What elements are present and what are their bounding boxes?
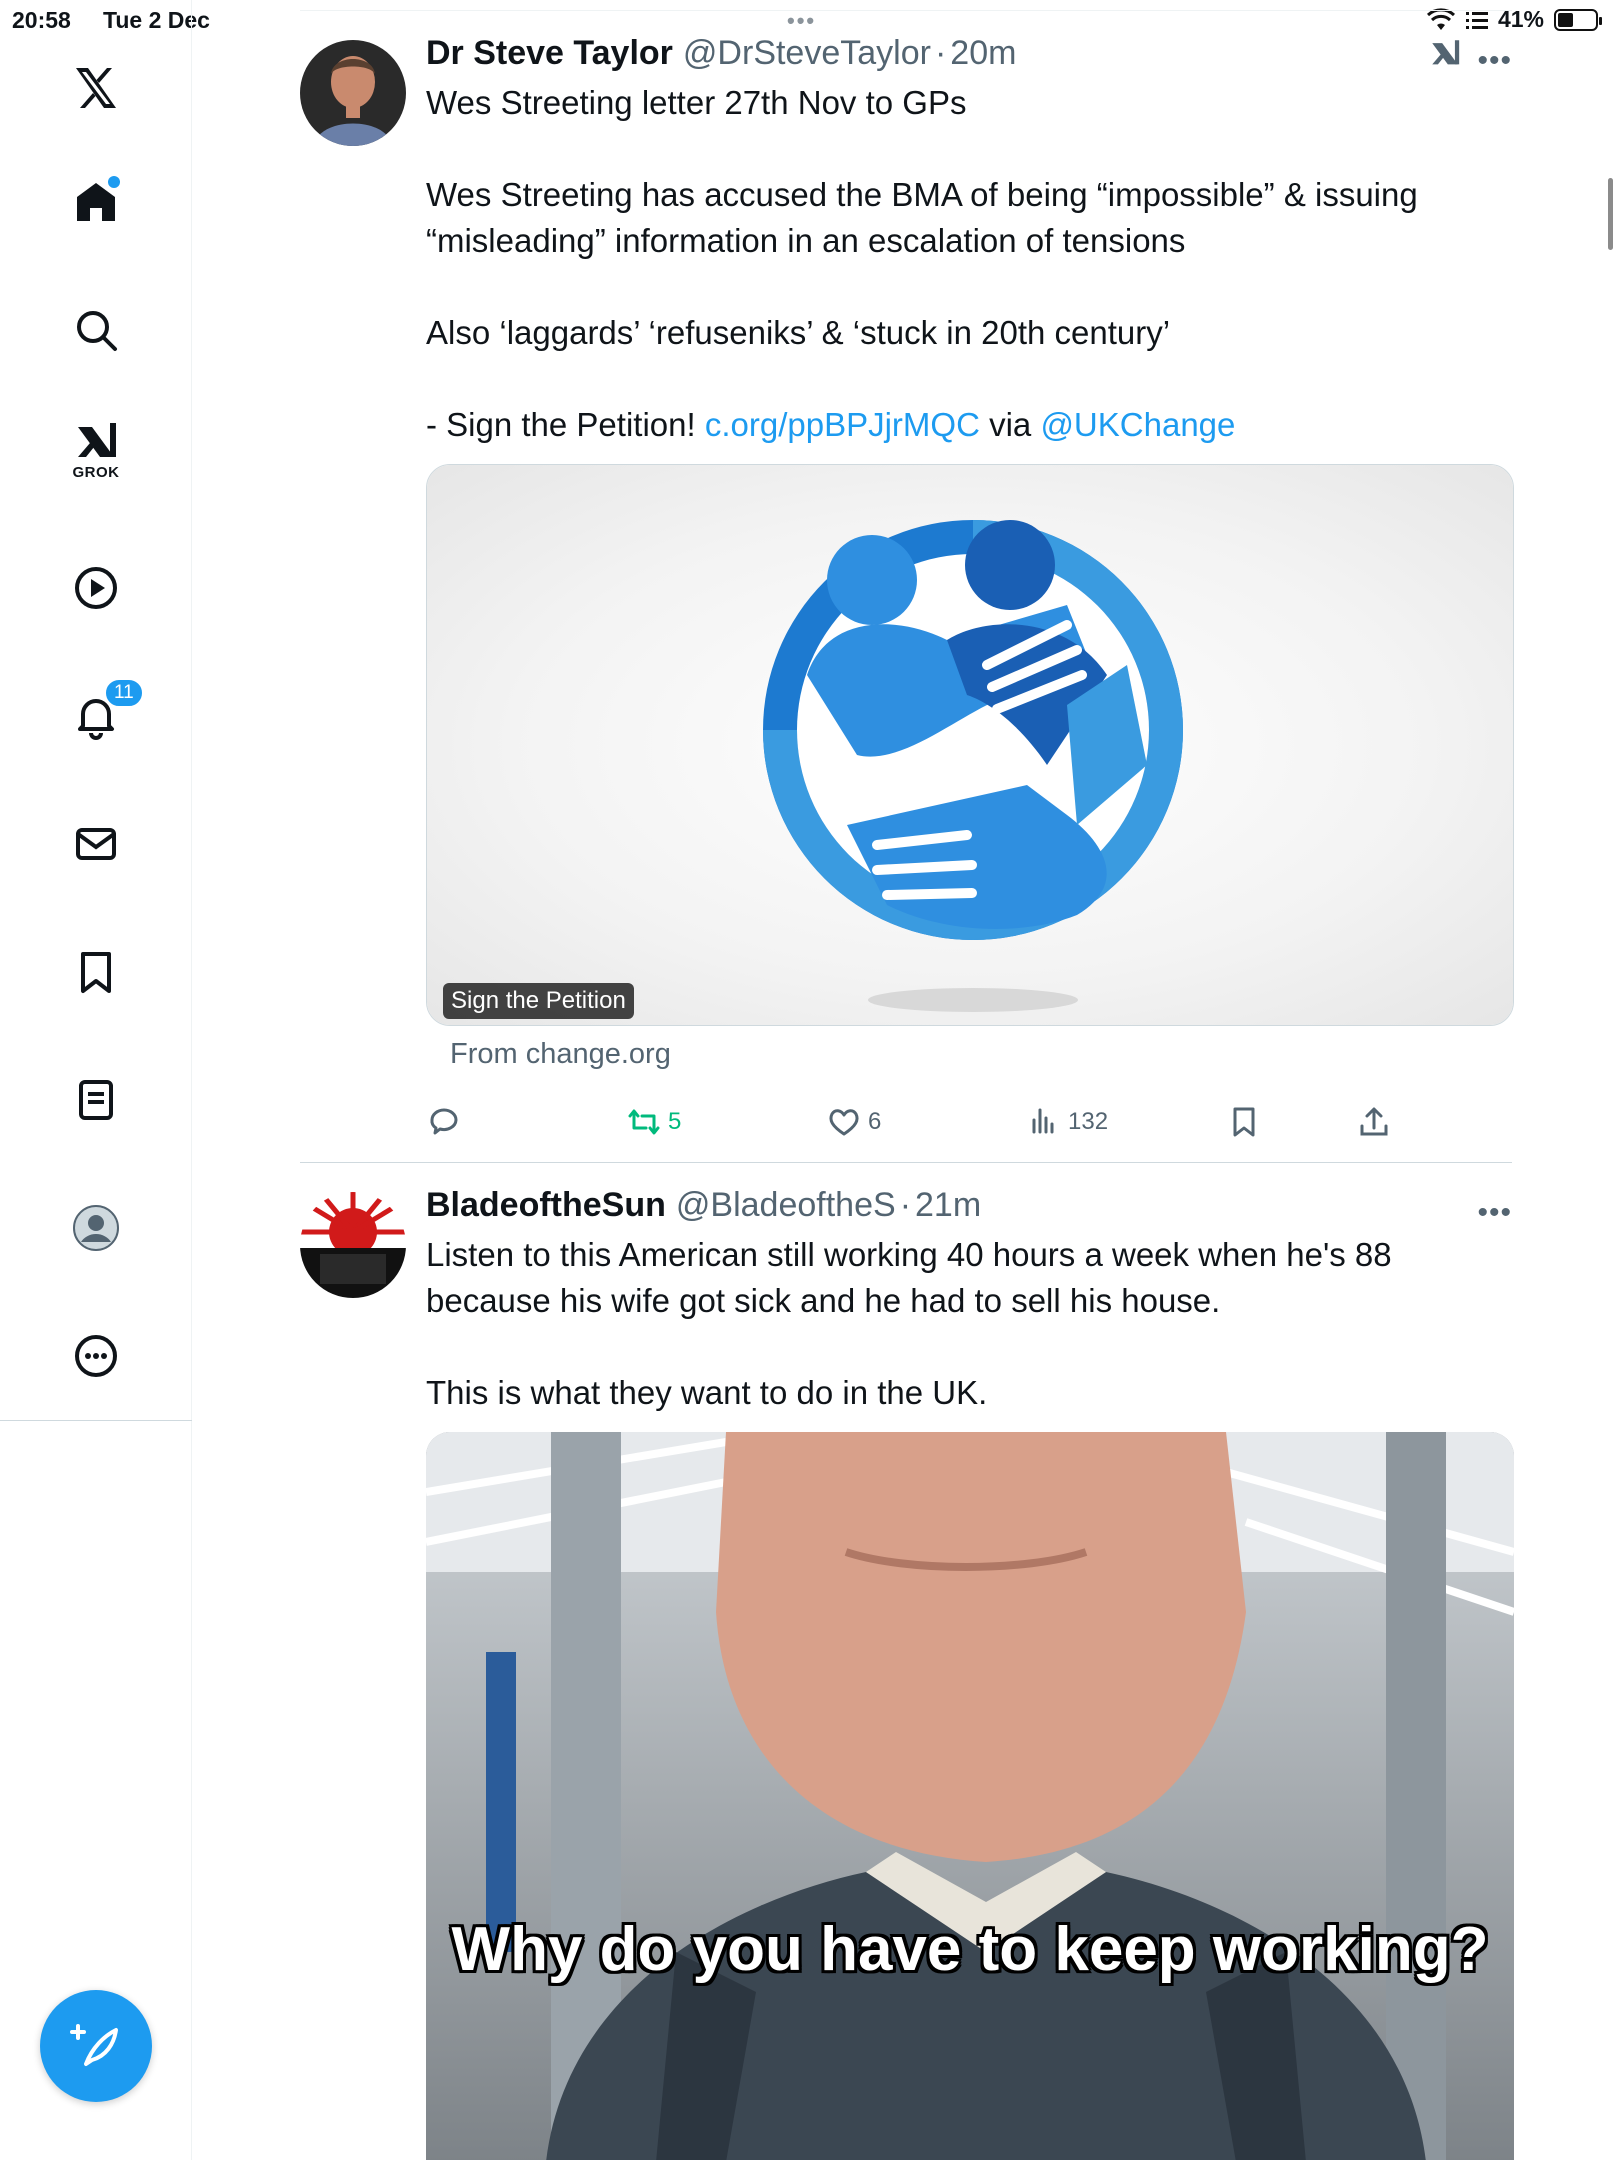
list-icon [79, 1080, 113, 1120]
nav-lists[interactable] [56, 1060, 136, 1140]
card-source[interactable]: From change.org [450, 1038, 671, 1071]
grok-label: GROK [72, 464, 120, 481]
wifi-icon [1426, 7, 1455, 30]
list-status-icon [1465, 11, 1488, 29]
link-card[interactable]: Sign the Petition [426, 464, 1514, 1026]
nav-grok[interactable]: GROK [56, 410, 136, 490]
retweet-count: 5 [668, 1108, 682, 1135]
heart-icon [829, 1109, 859, 1136]
petition-logo [763, 520, 1183, 1012]
avatar[interactable] [300, 40, 406, 146]
retweet-button[interactable]: 5 [626, 1104, 681, 1140]
grok-explain-button[interactable] [1428, 36, 1462, 75]
grok-icon [1432, 40, 1460, 65]
mention-link[interactable]: @UKChange [1040, 406, 1235, 443]
x-logo[interactable] [56, 48, 136, 128]
like-button[interactable]: 6 [826, 1104, 881, 1140]
nav-profile[interactable] [56, 1188, 136, 1268]
views-icon [1032, 1108, 1054, 1134]
bookmark-icon [81, 952, 111, 993]
search-icon [77, 311, 117, 351]
tweet-time[interactable]: 21m [915, 1186, 981, 1225]
grok-icon [78, 423, 116, 457]
tweet[interactable]: BladeoftheSun @BladeoftheS · 21m ••• Lis… [300, 1186, 1514, 2160]
header-separator: · [899, 1186, 912, 1224]
view-count: 132 [1068, 1108, 1109, 1135]
tweet-text-body: Wes Streeting letter 27th Nov to GPs Wes… [426, 84, 1418, 443]
battery-icon [1554, 8, 1602, 31]
like-count: 6 [868, 1108, 882, 1135]
header-separator: · [934, 34, 947, 72]
nav-explore[interactable] [56, 290, 136, 370]
mail-icon [76, 828, 116, 860]
video-caption: Why do you have to keep working? [451, 1915, 1489, 1984]
tweet-time[interactable]: 20m [950, 34, 1016, 73]
video-frame [426, 1432, 1514, 2160]
tweet-text: Wes Streeting letter 27th Nov to GPs Wes… [426, 80, 1512, 448]
nav-notifications[interactable]: 11 [56, 676, 144, 756]
nav-more[interactable] [56, 1316, 136, 1396]
more-options-icon[interactable]: ••• [1477, 44, 1512, 78]
profile-avatar-icon [73, 1205, 119, 1251]
nav-bookmarks[interactable] [56, 932, 136, 1012]
scrollbar[interactable] [1608, 178, 1613, 250]
tweet-text-via: via [979, 406, 1041, 443]
card-image: Sign the Petition [427, 465, 1513, 1025]
nav-messages[interactable] [56, 804, 136, 884]
petition-link[interactable]: c.org/ppBPJjrMQC [705, 406, 980, 443]
tweet-text: Listen to this American still working 40… [426, 1236, 1392, 1411]
notifications-badge: 11 [104, 678, 144, 708]
reply-button[interactable] [426, 1104, 462, 1140]
author-handle[interactable]: @BladeoftheS [676, 1186, 896, 1225]
tweet-header: BladeoftheSun @BladeoftheS · 21m [426, 1186, 1512, 1230]
card-tag: Sign the Petition [443, 983, 634, 1019]
author-photo [300, 40, 406, 146]
compose-feather-icon [70, 2024, 118, 2066]
share-icon [1360, 1107, 1388, 1136]
x-logo-icon [76, 68, 116, 108]
share-button[interactable] [1356, 1104, 1392, 1140]
views-button[interactable]: 132 [1026, 1104, 1108, 1140]
sidebar-divider [0, 1420, 192, 1421]
reply-icon [430, 1108, 458, 1135]
author-name[interactable]: Dr Steve Taylor [426, 34, 673, 73]
more-circle-icon [75, 1335, 117, 1377]
avatar[interactable] [300, 1192, 406, 1298]
retweet-icon [628, 1109, 660, 1135]
nav-video[interactable] [56, 548, 136, 628]
tweet-divider [300, 1162, 1512, 1163]
tweet-header: Dr Steve Taylor @DrSteveTaylor · 20m [426, 34, 1512, 78]
author-logo [300, 1192, 406, 1298]
video-player[interactable]: Why do you have to keep working? [426, 1432, 1514, 2160]
author-handle[interactable]: @DrSteveTaylor [683, 34, 931, 73]
sidebar: GROK 11 [0, 0, 192, 2160]
compose-button[interactable] [40, 1990, 152, 2102]
bookmark-icon [1233, 1107, 1255, 1137]
author-name[interactable]: BladeoftheSun [426, 1186, 666, 1225]
more-options-icon[interactable]: ••• [1477, 1196, 1512, 1230]
multitasking-dots[interactable]: ••• [787, 8, 816, 34]
new-posts-dot [108, 176, 120, 188]
tweet[interactable]: Dr Steve Taylor @DrSteveTaylor · 20m •••… [300, 34, 1514, 1160]
bookmark-button[interactable] [1226, 1104, 1262, 1140]
tweet-actions: 5 6 132 [426, 1104, 1514, 1154]
play-icon [75, 567, 117, 609]
nav-home[interactable] [56, 162, 136, 242]
feed-top-border [300, 10, 1512, 11]
